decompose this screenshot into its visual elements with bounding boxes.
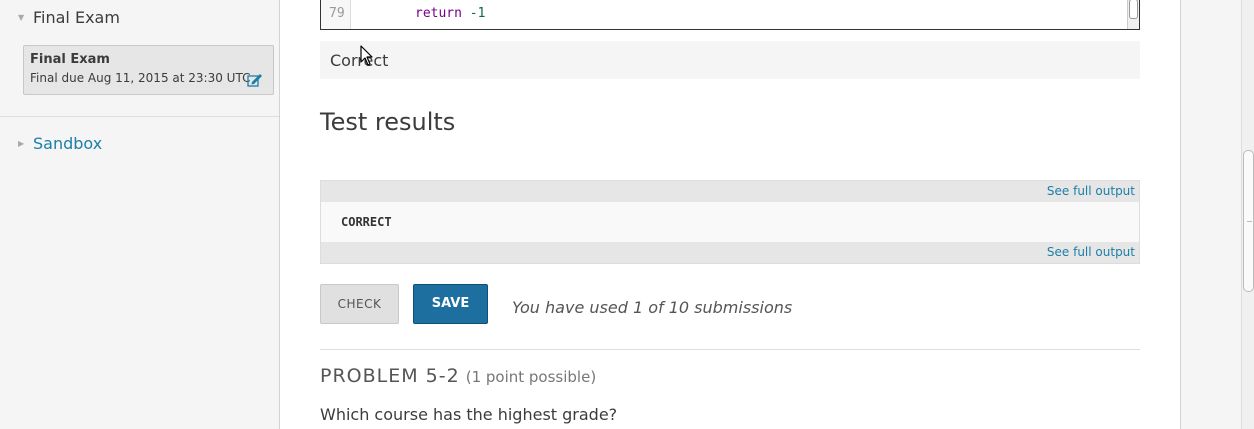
problem-question: Which course has the highest grade? [320,405,618,424]
test-output: CORRECT [321,202,1139,242]
results-header-bar: See full output [321,181,1139,202]
problem-title: PROBLEM 5-2 [320,365,460,387]
edit-icon[interactable] [247,73,263,87]
sidebar-item-sandbox[interactable]: ▶ Sandbox [18,134,102,153]
code-editor[interactable]: 79 return -1 [320,0,1140,30]
code-gutter: 79 [321,0,351,29]
save-button[interactable]: SAVE [413,284,488,324]
problem-divider [320,349,1140,350]
results-footer-bar: See full output [321,242,1139,263]
sidebar-divider [0,116,279,117]
code-keyword: return [415,6,462,21]
code-value: -1 [469,6,486,21]
page-scrollbar-thumb[interactable] [1243,150,1254,292]
line-number: 79 [329,6,345,21]
section-due-date: Final due Aug 11, 2015 at 23:30 UTC [30,71,251,85]
sidebar-item-label: Sandbox [33,134,103,153]
check-button[interactable]: CHECK [320,284,399,324]
sidebar-section-final-exam[interactable]: Final Exam Final due Aug 11, 2015 at 23:… [23,45,274,95]
see-full-output-link[interactable]: See full output [1047,184,1135,198]
submissions-count: You have used 1 of 10 submissions [512,298,793,317]
chevron-down-icon: ▼ [18,13,25,22]
test-results-box: See full output CORRECT See full output [320,180,1140,264]
main-content: 79 return -1 Correct Test results See fu… [280,0,1180,429]
scrollbar-grip [1247,221,1252,222]
test-results-heading: Test results [320,108,456,136]
code-line[interactable]: return -1 [415,6,485,21]
right-gutter [1180,0,1241,429]
chapter-title: Final Exam [33,8,120,27]
problem-header: PROBLEM 5-2 (1 point possible) [320,365,596,387]
chevron-right-icon: ▶ [18,139,25,148]
code-scrollbar-thumb[interactable] [1129,0,1138,19]
page-scrollbar[interactable] [1241,0,1254,429]
see-full-output-link[interactable]: See full output [1047,245,1135,259]
cursor-icon [360,45,373,66]
sidebar-chapter-final-exam[interactable]: ▼ Final Exam [18,8,120,27]
code-scrollbar[interactable] [1127,0,1139,29]
course-sidebar: ▼ Final Exam Final Exam Final due Aug 11… [0,0,280,429]
problem-points: (1 point possible) [465,368,597,386]
section-title: Final Exam [30,52,110,67]
status-message: Correct [320,41,1140,79]
